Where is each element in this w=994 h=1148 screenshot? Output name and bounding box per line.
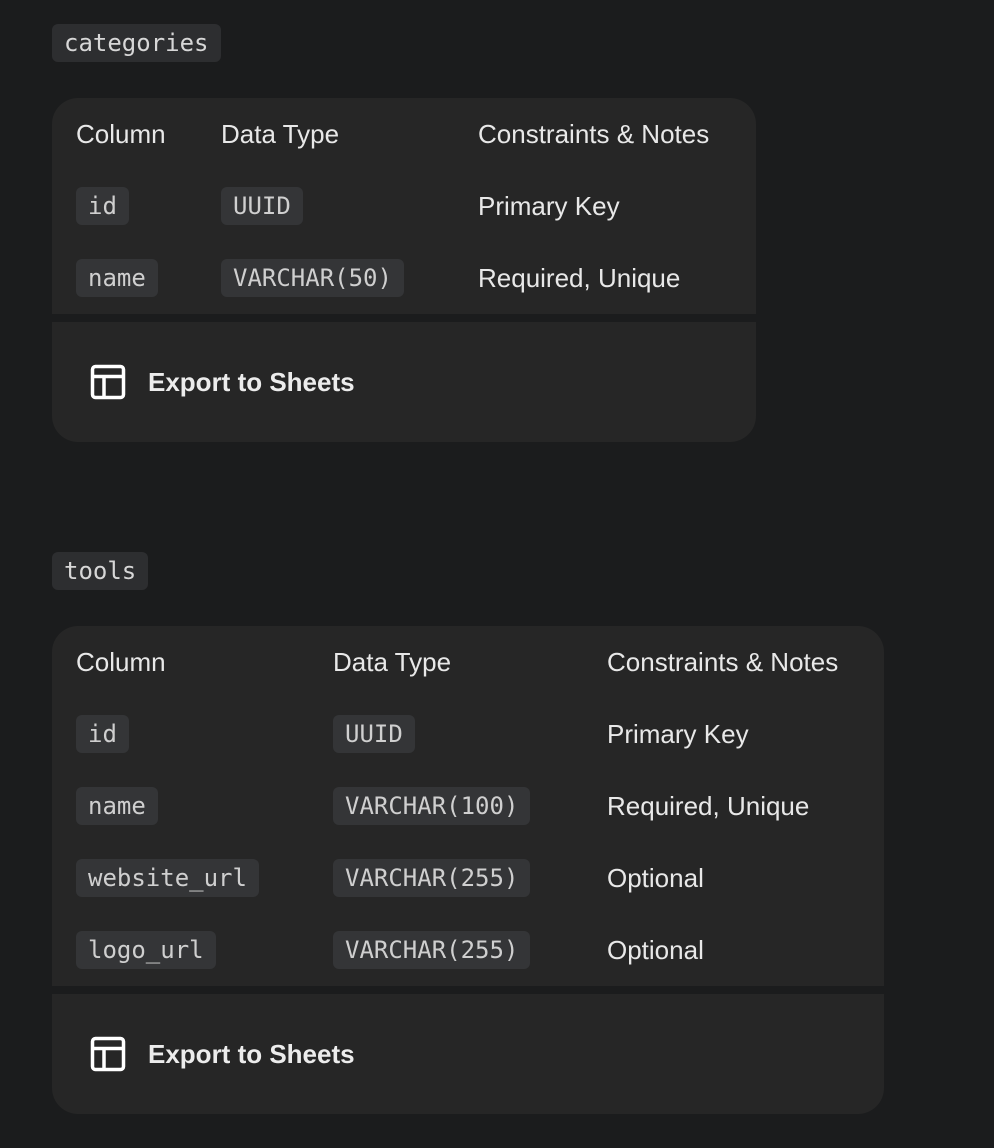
column-name-code: name: [76, 259, 158, 297]
data-type-code: VARCHAR(50): [221, 259, 404, 297]
schema-table-card: Column Data Type Constraints & Notes id …: [52, 98, 756, 314]
schema-table: Column Data Type Constraints & Notes id …: [76, 98, 756, 314]
constraint-text: Primary Key: [478, 190, 620, 221]
table-name-label: categories: [52, 24, 221, 62]
table-row: id UUID Primary Key: [76, 170, 756, 242]
column-name-code: id: [76, 715, 129, 753]
constraint-text: Primary Key: [607, 718, 749, 749]
constraints-header: Constraints & Notes: [478, 118, 710, 149]
export-to-sheets-button[interactable]: Export to Sheets: [52, 322, 756, 442]
constraints-header: Constraints & Notes: [607, 646, 839, 677]
table-name-label: tools: [52, 552, 149, 590]
data-type-code: UUID: [221, 187, 303, 225]
table-block-categories: categories Column Data Type Constraints …: [52, 24, 756, 442]
table-icon: [90, 1036, 126, 1072]
constraint-text: Optional: [607, 934, 704, 965]
constraint-text: Optional: [607, 862, 704, 893]
column-name-code: name: [76, 787, 158, 825]
table-header-row: Column Data Type Constraints & Notes: [76, 626, 884, 698]
column-name-code: id: [76, 187, 129, 225]
data-type-header: Data Type: [221, 118, 340, 149]
export-to-sheets-button[interactable]: Export to Sheets: [52, 994, 884, 1114]
constraint-text: Required, Unique: [478, 262, 681, 293]
data-type-header: Data Type: [333, 646, 452, 677]
table-row: name VARCHAR(50) Required, Unique: [76, 242, 756, 314]
table-row: id UUID Primary Key: [76, 698, 884, 770]
data-type-code: UUID: [333, 715, 415, 753]
table-row: name VARCHAR(100) Required, Unique: [76, 770, 884, 842]
data-type-code: VARCHAR(100): [333, 787, 531, 825]
schema-table: Column Data Type Constraints & Notes id …: [76, 626, 884, 986]
column-header: Column: [76, 646, 166, 677]
data-type-code: VARCHAR(255): [333, 859, 531, 897]
table-row: logo_url VARCHAR(255) Optional: [76, 914, 884, 986]
table-icon: [90, 364, 126, 400]
column-name-code: logo_url: [76, 931, 216, 969]
export-label: Export to Sheets: [148, 366, 355, 397]
export-label: Export to Sheets: [148, 1038, 355, 1069]
table-row: website_url VARCHAR(255) Optional: [76, 842, 884, 914]
table-block-tools: tools Column Data Type Constraints & Not…: [52, 552, 884, 1114]
table-header-row: Column Data Type Constraints & Notes: [76, 98, 756, 170]
column-name-code: website_url: [76, 859, 259, 897]
constraint-text: Required, Unique: [607, 790, 810, 821]
column-header: Column: [76, 118, 166, 149]
schema-table-card: Column Data Type Constraints & Notes id …: [52, 626, 884, 986]
data-type-code: VARCHAR(255): [333, 931, 531, 969]
